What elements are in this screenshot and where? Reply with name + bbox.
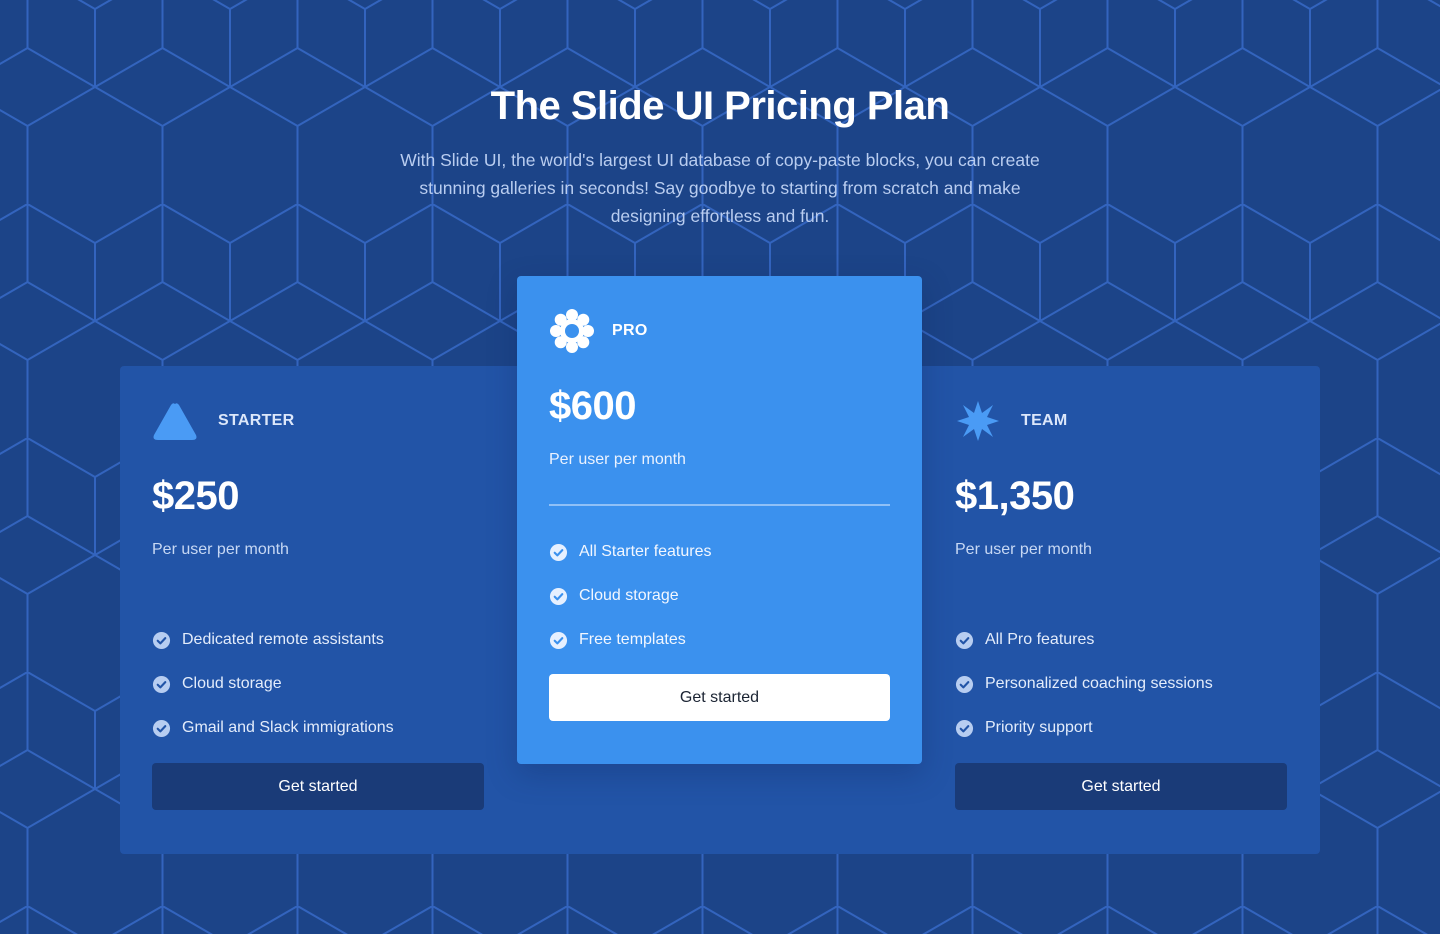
get-started-button-starter[interactable]: Get started [152,763,484,810]
plan-period: Per user per month [152,541,289,558]
check-circle-icon [955,631,974,649]
plan-card-team: TEAM $1,350 Per user per month All Pro f… [955,398,1287,810]
feature-list: Dedicated remote assistants Cloud storag… [152,630,484,738]
get-started-button-team[interactable]: Get started [955,763,1287,810]
plan-card-pro: PRO $600 Per user per month All Starter … [517,276,922,764]
page-title: The Slide UI Pricing Plan [490,84,950,128]
feature-list: All Starter features Cloud storage Free … [549,542,890,650]
triangle-icon [152,398,198,444]
plan-period: Per user per month [549,451,686,468]
check-circle-icon [152,631,171,649]
plan-card-starter: STARTER $250 Per user per month Dedicate… [152,398,484,810]
feature-item: All Pro features [955,630,1287,650]
check-circle-icon [152,675,171,693]
plan-name: TEAM [1021,412,1068,429]
feature-item: Cloud storage [549,586,890,606]
check-circle-icon [549,543,568,561]
get-started-button-pro[interactable]: Get started [549,674,890,721]
plan-header: TEAM [955,398,1287,444]
feature-text: Dedicated remote assistants [182,631,384,648]
feature-text: Free templates [579,631,686,648]
hero-section: The Slide UI Pricing Plan With Slide UI,… [0,80,1440,230]
plan-price: $250 [152,474,239,518]
star-burst-icon [955,398,1001,444]
feature-text: Personalized coaching sessions [985,675,1213,692]
feature-item: Priority support [955,718,1287,738]
feature-text: All Starter features [579,543,712,560]
check-circle-icon [549,631,568,649]
page-subtitle: With Slide UI, the world's largest UI da… [400,150,1040,226]
check-circle-icon [152,719,171,737]
plan-price: $600 [549,384,636,428]
feature-item: Personalized coaching sessions [955,674,1287,694]
feature-text: Priority support [985,719,1093,736]
feature-item: Gmail and Slack immigrations [152,718,484,738]
feature-list: All Pro features Personalized coaching s… [955,630,1287,738]
feature-text: Gmail and Slack immigrations [182,719,394,736]
flower-icon [549,308,595,354]
feature-text: All Pro features [985,631,1095,648]
plan-header: PRO [549,308,890,354]
plan-period: Per user per month [955,541,1092,558]
check-circle-icon [955,675,974,693]
check-circle-icon [549,587,568,605]
feature-item: Free templates [549,630,890,650]
plan-name: PRO [612,322,648,339]
feature-item: All Starter features [549,542,890,562]
plan-name: STARTER [218,412,295,429]
divider [549,504,890,506]
check-circle-icon [955,719,974,737]
plan-header: STARTER [152,398,484,444]
feature-item: Dedicated remote assistants [152,630,484,650]
feature-text: Cloud storage [579,587,679,604]
feature-item: Cloud storage [152,674,484,694]
plan-price: $1,350 [955,474,1075,518]
feature-text: Cloud storage [182,675,282,692]
